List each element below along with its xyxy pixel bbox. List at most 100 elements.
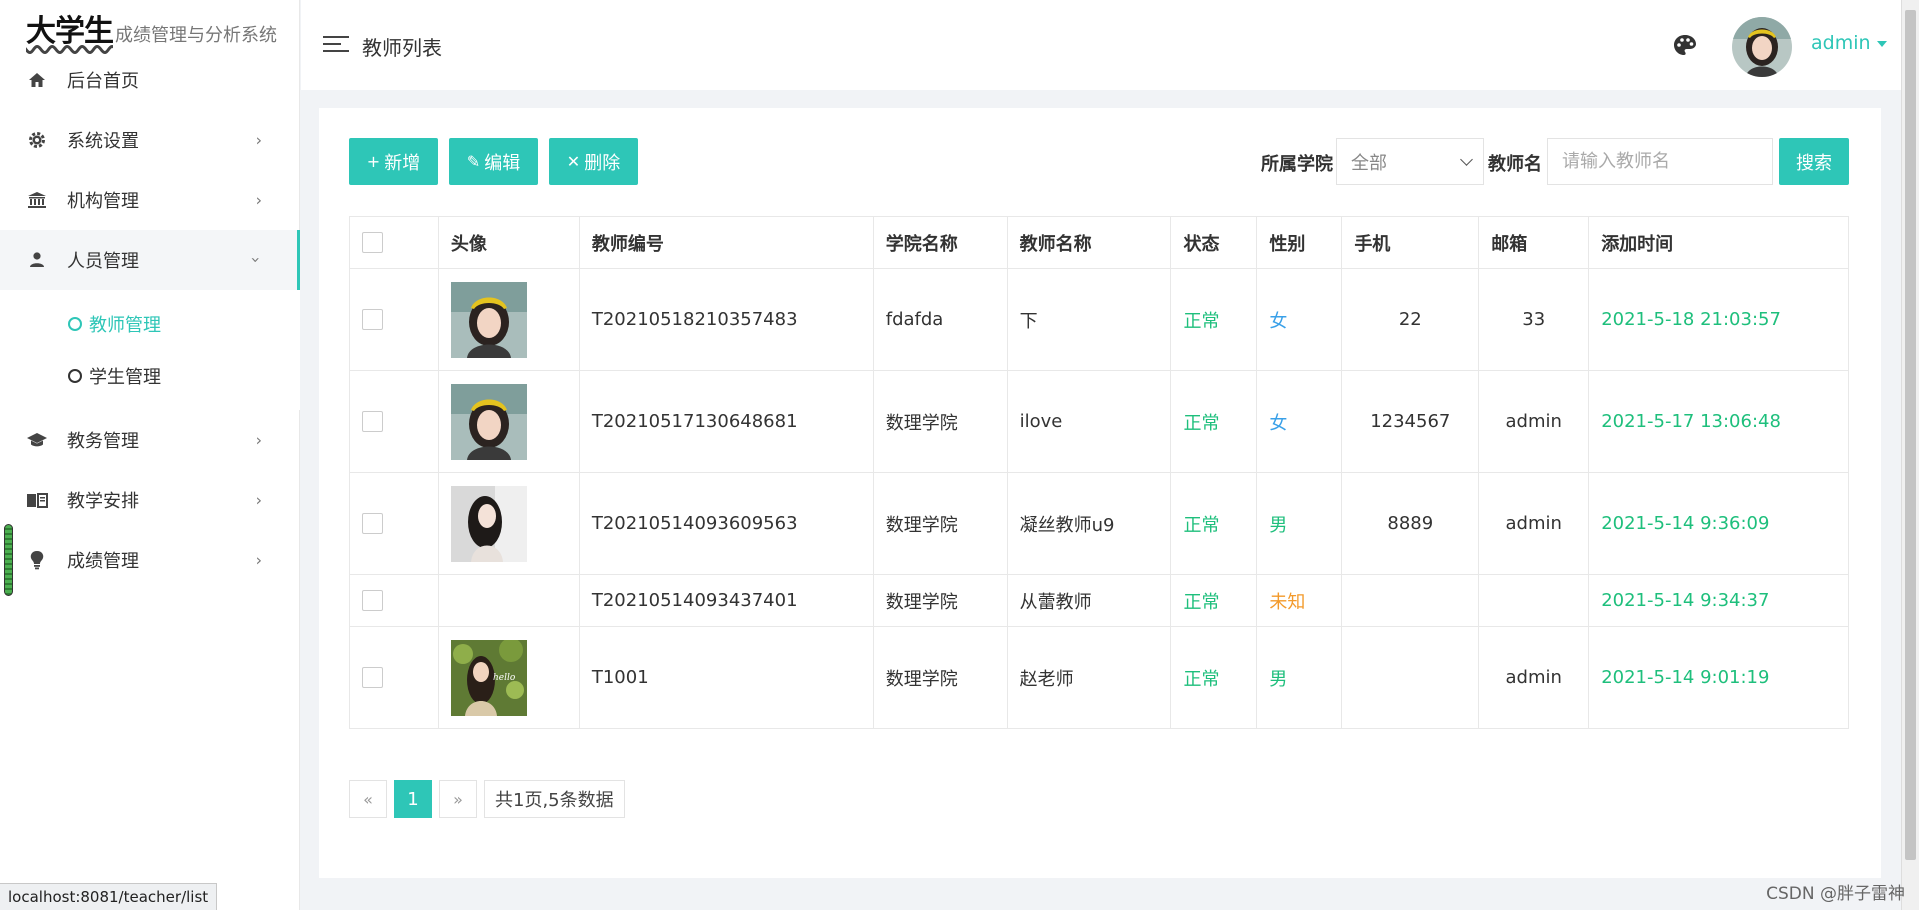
- row-checkbox[interactable]: [362, 411, 383, 433]
- status-bar-url: localhost:8081/teacher/list: [0, 883, 218, 910]
- palette-icon[interactable]: [1673, 34, 1697, 56]
- created-time-cell: 2021-5-14 9:34:37: [1588, 574, 1849, 627]
- row-checkbox[interactable]: [362, 513, 383, 535]
- content-card: +新增 ✎编辑 ✕删除 所属学院 全部 教师名 搜索 头像 教师编号 学院名称 …: [319, 108, 1881, 878]
- college-cell: 数理学院: [872, 472, 1008, 575]
- caret-down-icon: [1876, 40, 1887, 47]
- brand-subtitle: 成绩管理与分析系统: [115, 25, 277, 46]
- teacher-avatar: [450, 383, 527, 460]
- row-checkbox[interactable]: [362, 309, 383, 331]
- chevron-right-icon: ›: [255, 490, 262, 510]
- row-checkbox[interactable]: [362, 590, 383, 612]
- sidebar-item-academic[interactable]: 教务管理 ›: [0, 410, 300, 470]
- sidebar-subitem-teacher[interactable]: 教师管理: [0, 298, 300, 350]
- avatar-cell: [437, 268, 580, 371]
- status-cell: 正常: [1170, 574, 1258, 627]
- teacher-name-cell: 下: [1006, 268, 1172, 371]
- column-header: 邮箱: [1478, 216, 1590, 269]
- gender-cell: 男: [1256, 626, 1343, 729]
- menu-toggle-icon[interactable]: [323, 34, 349, 54]
- table-row[interactable]: hello T1001 数理学院 赵老师 正常 男 admin 2021-5-1…: [349, 626, 1849, 729]
- next-page-button[interactable]: »: [439, 780, 477, 818]
- email-cell: admin: [1478, 370, 1590, 473]
- chevron-right-icon: ›: [255, 190, 262, 210]
- sidebar-item-grades[interactable]: 成绩管理 ›: [0, 530, 300, 590]
- table-row[interactable]: T20210514093437401 数理学院 从蕾教师 正常 未知 2021-…: [349, 574, 1849, 627]
- avatar-cell: [437, 370, 580, 473]
- college-select[interactable]: 全部: [1336, 138, 1484, 185]
- teacher-id-cell: T1001: [578, 626, 874, 729]
- sidebar-item-settings[interactable]: 系统设置 ›: [0, 110, 300, 170]
- teacher-name-input[interactable]: [1547, 138, 1773, 185]
- created-time-cell: 2021-5-14 9:01:19: [1588, 626, 1849, 729]
- sidebar-subitem-student[interactable]: 学生管理: [0, 350, 300, 402]
- brand-title: 大学生: [26, 14, 114, 49]
- close-icon: ✕: [566, 152, 581, 171]
- college-cell: 数理学院: [872, 626, 1008, 729]
- pencil-icon: ✎: [466, 152, 481, 171]
- top-header: 教师列表 admin: [301, 0, 1901, 90]
- sidebar-nav: 后台首页 系统设置 › 机构管理 › 人员管理 › 教师管理 学生管理 教务管理…: [0, 50, 300, 590]
- column-header: 头像: [437, 216, 580, 269]
- delete-button-label: 删除: [584, 152, 621, 174]
- college-cell: 数理学院: [872, 370, 1008, 473]
- book-icon: [26, 489, 48, 511]
- sidebar-item-organization[interactable]: 机构管理 ›: [0, 170, 300, 230]
- gender-cell: 女: [1256, 370, 1343, 473]
- sidebar-subitem-label: 学生管理: [89, 367, 161, 388]
- smile-icon: [68, 369, 82, 383]
- row-checkbox-cell: [349, 574, 439, 627]
- gender-cell: 男: [1256, 472, 1343, 575]
- teacher-id-cell: T20210514093437401: [578, 574, 874, 627]
- add-button[interactable]: + 新增: [349, 138, 438, 185]
- table-row[interactable]: T20210514093609563 数理学院 凝丝教师u9 正常 男 8889…: [349, 472, 1849, 575]
- chevron-down-icon: [1460, 153, 1473, 166]
- edit-button[interactable]: ✎ 编辑: [449, 138, 538, 185]
- gender-cell: 未知: [1256, 574, 1343, 627]
- page-number-button[interactable]: 1: [394, 780, 432, 818]
- avatar[interactable]: [1732, 17, 1792, 77]
- page-scrollbar-thumb[interactable]: [1905, 10, 1916, 860]
- chevron-down-icon: ›: [246, 256, 266, 264]
- user-menu-button[interactable]: admin: [1811, 32, 1887, 54]
- column-header: 手机: [1341, 216, 1480, 269]
- row-checkbox-cell: [349, 268, 439, 371]
- chevron-right-icon: ›: [255, 130, 262, 150]
- page-scrollbar[interactable]: [1901, 0, 1919, 910]
- teacher-name-cell: 凝丝教师u9: [1006, 472, 1172, 575]
- teacher-name-cell: 赵老师: [1006, 626, 1172, 729]
- college-select-value: 全部: [1351, 152, 1387, 174]
- sidebar-scroll-thumb[interactable]: [4, 524, 13, 596]
- phone-cell: 22: [1341, 268, 1480, 371]
- teacher-name-cell: 从蕾教师: [1006, 574, 1172, 627]
- sidebar-item-label: 系统设置: [67, 131, 139, 152]
- smile-icon: [68, 317, 82, 331]
- sidebar-item-schedule[interactable]: 教学安排 ›: [0, 470, 300, 530]
- sidebar-item-label: 机构管理: [67, 191, 139, 212]
- plus-icon: +: [366, 152, 381, 171]
- email-cell: [1478, 574, 1590, 627]
- search-button[interactable]: 搜索: [1779, 138, 1849, 185]
- sidebar-item-home[interactable]: 后台首页: [0, 50, 300, 110]
- column-header: 状态: [1170, 216, 1258, 269]
- table-row[interactable]: T20210518210357483 fdafda 下 正常 女 22 33 2…: [349, 268, 1849, 371]
- watermark: CSDN @胖子雷神: [1766, 884, 1905, 904]
- sidebar-item-personnel[interactable]: 人员管理 ›: [0, 230, 300, 290]
- row-checkbox[interactable]: [362, 667, 383, 689]
- chevron-right-icon: ›: [255, 550, 262, 570]
- teacher-avatar: [450, 485, 527, 562]
- status-cell: 正常: [1170, 626, 1258, 729]
- table-row[interactable]: T20210517130648681 数理学院 ilove 正常 女 12345…: [349, 370, 1849, 473]
- email-cell: 33: [1478, 268, 1590, 371]
- created-time-cell: 2021-5-18 21:03:57: [1588, 268, 1849, 371]
- select-all-checkbox[interactable]: [362, 232, 383, 254]
- prev-page-button[interactable]: «: [349, 780, 387, 818]
- teacher-avatar: hello: [450, 639, 527, 716]
- user-name: admin: [1811, 32, 1871, 54]
- brand-logo: 大学生 成绩管理与分析系统: [26, 6, 277, 50]
- sidebar-subnav: 教师管理 学生管理: [0, 290, 300, 410]
- row-checkbox-cell: [349, 472, 439, 575]
- delete-button[interactable]: ✕ 删除: [549, 138, 638, 185]
- column-header: 添加时间: [1588, 216, 1849, 269]
- college-filter-label: 所属学院: [1261, 154, 1333, 175]
